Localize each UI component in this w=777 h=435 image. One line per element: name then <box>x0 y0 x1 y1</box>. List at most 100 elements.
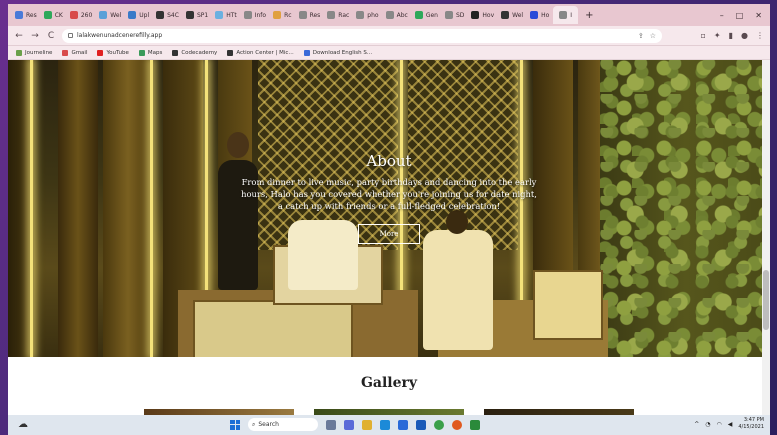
page-scrollbar[interactable] <box>762 60 770 415</box>
scroll-thumb[interactable] <box>763 270 769 330</box>
chevron-up-icon[interactable]: ^ <box>694 421 699 428</box>
store-icon[interactable] <box>398 419 408 430</box>
puzzle-icon[interactable]: ✦ <box>714 31 721 40</box>
tab-label: CK <box>54 11 63 19</box>
clock[interactable]: 3:47 PM 4/15/2021 <box>738 417 764 431</box>
tab-label: Rac <box>338 11 350 19</box>
maximize-icon[interactable]: □ <box>736 11 744 20</box>
browser-tab[interactable]: Rac <box>324 6 352 24</box>
bookmark-favicon-icon <box>97 49 104 56</box>
bookmark-item[interactable]: Maps <box>138 49 162 56</box>
webpage: About From dinner to live music, party b… <box>8 60 770 415</box>
browser-tab[interactable]: Wel <box>498 6 526 24</box>
windows-start-icon[interactable] <box>230 419 240 430</box>
tab-label: Wel <box>512 11 524 19</box>
menu-icon[interactable]: ⋮ <box>756 31 764 40</box>
bookmark-item[interactable]: YouTube <box>97 49 129 56</box>
search-icon: ⌕ <box>252 420 256 428</box>
profile-icon[interactable]: ● <box>741 31 748 40</box>
star-icon[interactable]: ☆ <box>650 32 656 40</box>
browser-tab[interactable]: Res <box>296 6 324 24</box>
browser-tab[interactable]: SD <box>442 6 467 24</box>
file-explorer-icon[interactable] <box>362 419 372 430</box>
browser-tab[interactable]: Ho <box>527 6 552 24</box>
volume-icon[interactable]: ◀ <box>728 421 733 428</box>
forward-icon[interactable]: → <box>30 31 40 41</box>
tab-favicon-icon <box>327 11 336 19</box>
tab-favicon-icon <box>215 11 224 19</box>
tab-favicon-icon <box>471 11 480 19</box>
browser-tab[interactable]: Hov <box>468 6 497 24</box>
about-text: From dinner to live music, party birthda… <box>241 177 537 211</box>
app-icon[interactable] <box>470 419 480 430</box>
reload-icon[interactable]: C <box>46 31 56 41</box>
window-controls: – □ ✕ <box>720 11 770 20</box>
browser-tab[interactable]: Rc <box>270 6 294 24</box>
tab-favicon-icon <box>185 11 194 19</box>
bookmark-item[interactable]: Journeline <box>16 49 52 56</box>
browser-tab[interactable]: Wel <box>96 6 124 24</box>
browser-tab[interactable]: pho <box>353 6 381 24</box>
bookmark-item[interactable]: Gmail <box>62 49 87 56</box>
firefox-icon[interactable] <box>452 419 462 430</box>
tab-favicon-icon <box>444 11 453 19</box>
browser-tab[interactable]: Abc <box>383 6 411 24</box>
about-title: About <box>366 152 412 170</box>
browser-window: Res CK 260 Wel Upl S4C SP1 HTt Info Rc Res Rac pho Ab… <box>8 4 770 415</box>
tab-label: Ho <box>541 11 550 19</box>
browser-tab[interactable]: Info <box>241 6 269 24</box>
tab-label: Res <box>309 11 321 19</box>
share-icon[interactable]: ⇪ <box>638 32 644 40</box>
browser-tab[interactable]: CK <box>41 6 66 24</box>
mail-icon[interactable] <box>416 419 426 430</box>
address-toolbar: ← → C lalakwenunadcenerefilly.app ⇪ ☆ ▫ … <box>8 26 770 46</box>
browser-tab[interactable]: HTt <box>212 6 240 24</box>
tab-favicon-icon <box>356 11 365 19</box>
browser-tab[interactable]: I <box>553 6 579 24</box>
tab-favicon-icon <box>559 11 568 19</box>
tab-label: 260 <box>80 11 93 19</box>
person-silhouette <box>423 230 493 350</box>
tab-favicon-icon <box>99 11 108 19</box>
browser-tab[interactable]: Upl <box>125 6 152 24</box>
tab-strip: Res CK 260 Wel Upl S4C SP1 HTt Info Rc Res Rac pho Ab… <box>8 4 770 26</box>
tab-favicon-icon <box>43 11 52 19</box>
gallery-title: Gallery <box>360 375 418 391</box>
teams-icon[interactable] <box>344 419 354 430</box>
tab-label: Wel <box>110 11 122 19</box>
browser-tab[interactable]: Gen <box>412 6 441 24</box>
bookmark-label: Codecademy <box>181 49 218 56</box>
address-bar[interactable]: lalakwenunadcenerefilly.app ⇪ ☆ <box>62 28 662 43</box>
minimize-icon[interactable]: – <box>720 11 724 20</box>
task-view-icon[interactable] <box>326 419 336 430</box>
edge-icon[interactable] <box>380 419 390 430</box>
browser-tab[interactable]: SP1 <box>183 6 211 24</box>
tab-favicon-icon <box>501 11 510 19</box>
tab-label: SP1 <box>196 11 209 19</box>
chrome-icon[interactable] <box>434 419 444 430</box>
more-button[interactable]: More <box>358 224 420 244</box>
bookmark-item[interactable]: Codecademy <box>172 49 218 56</box>
bookmark-label: Download English S... <box>312 49 373 56</box>
tab-label: pho <box>367 11 379 19</box>
browser-tab[interactable]: 260 <box>67 6 95 24</box>
network-icon[interactable]: ◔ <box>705 421 710 428</box>
browser-tab[interactable]: S4C <box>153 6 182 24</box>
back-icon[interactable]: ← <box>14 31 24 41</box>
tab-favicon-icon <box>15 11 23 19</box>
sidebar-icon[interactable]: ▮ <box>729 31 733 40</box>
browser-tab[interactable]: Res <box>12 6 40 24</box>
bookmark-item[interactable]: Download English S... <box>303 49 373 56</box>
tab-favicon-icon <box>385 11 394 19</box>
weather-icon[interactable]: ☁ <box>18 419 28 430</box>
extension-icon[interactable]: ▫ <box>700 31 705 40</box>
wifi-icon[interactable]: ◠ <box>716 421 721 428</box>
bookmark-label: Action Center | Mic... <box>236 49 294 56</box>
new-tab-button[interactable]: + <box>579 10 599 21</box>
tab-label: Rc <box>284 11 292 19</box>
tab-favicon-icon <box>530 11 539 19</box>
close-icon[interactable]: ✕ <box>755 11 762 20</box>
bookmark-item[interactable]: Action Center | Mic... <box>227 49 294 56</box>
bookmark-favicon-icon <box>62 49 69 56</box>
taskbar-search[interactable]: ⌕ Search <box>248 418 318 431</box>
